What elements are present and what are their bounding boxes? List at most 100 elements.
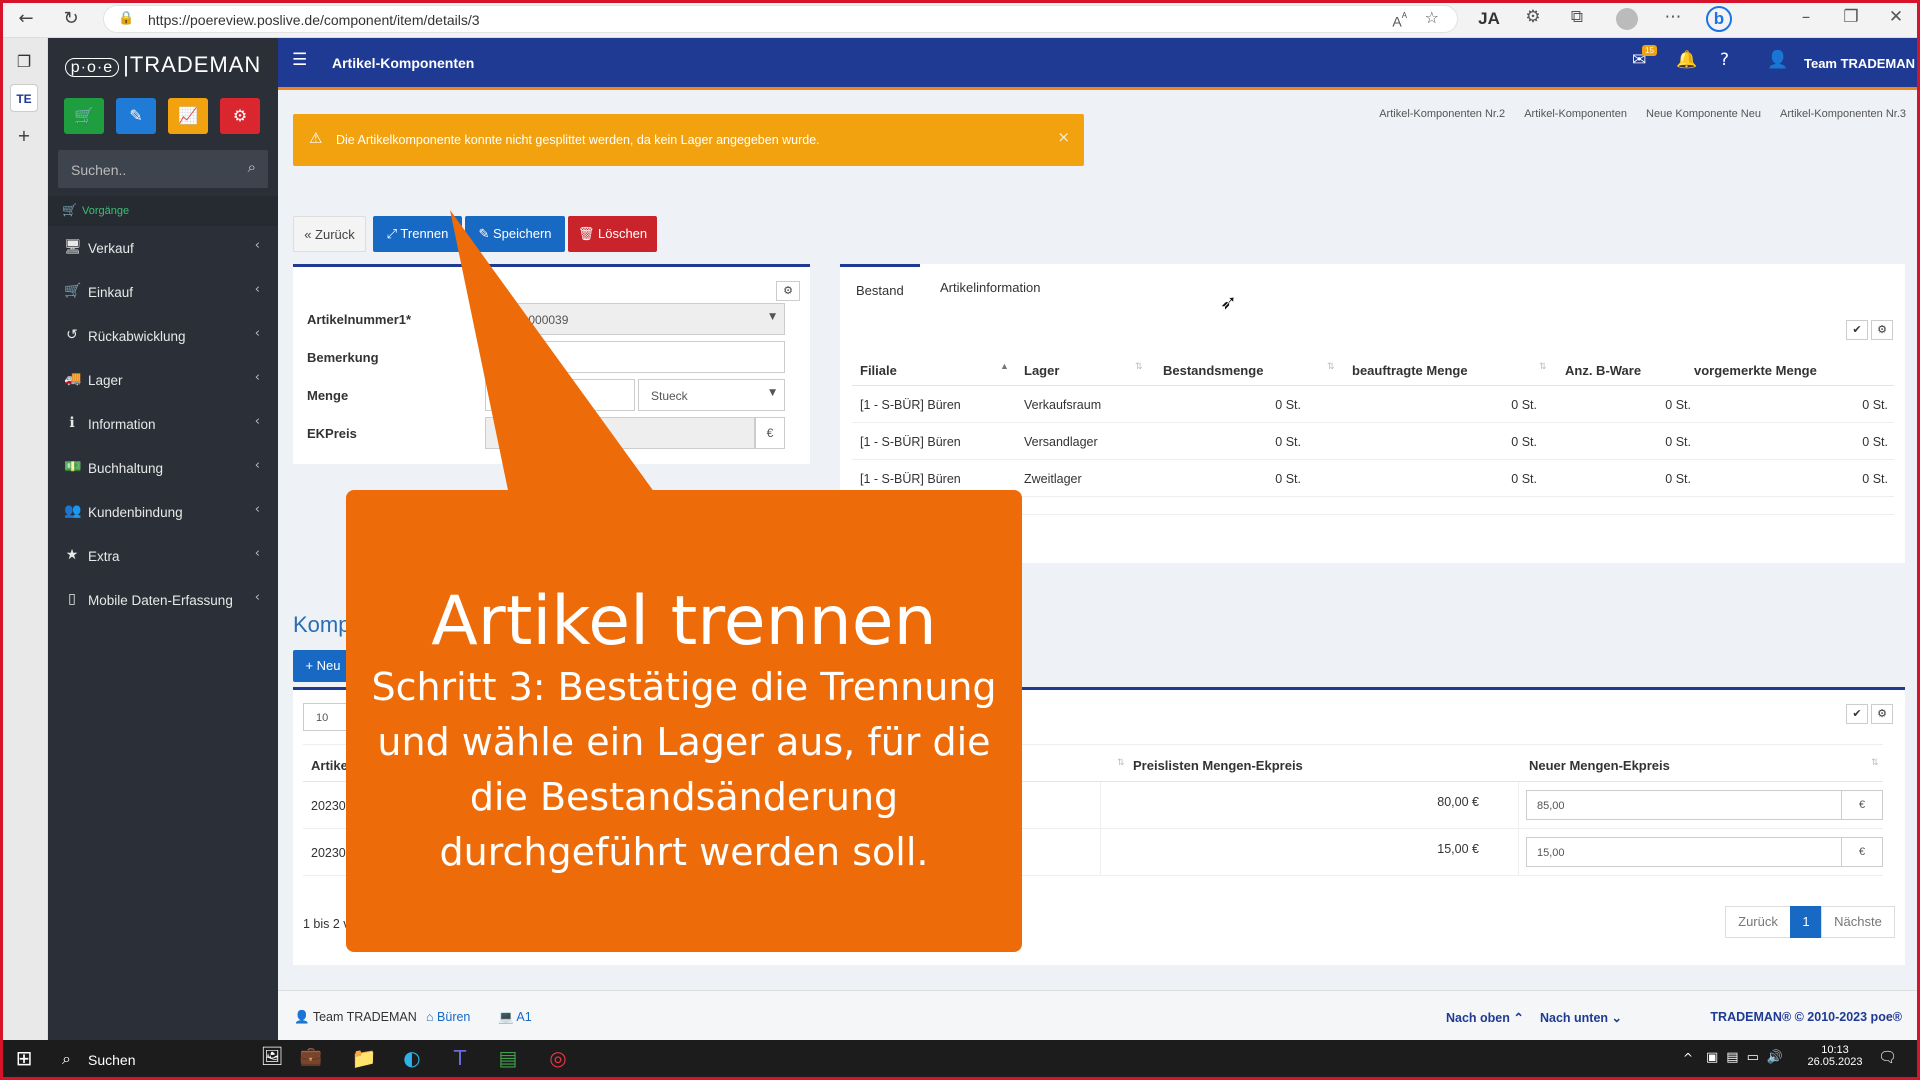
menge-label: Menge bbox=[307, 388, 349, 403]
tab-artikelinformation[interactable]: Artikelinformation bbox=[940, 280, 1040, 295]
col-preislisten-ekpreis[interactable]: Preislisten Mengen-Ekpreis bbox=[1133, 758, 1303, 773]
edge-icon[interactable]: ◐ bbox=[396, 1048, 428, 1068]
profile-icon[interactable] bbox=[1616, 8, 1638, 30]
new-component-button[interactable]: + Neu bbox=[293, 650, 353, 682]
recorder-icon[interactable]: ◎ bbox=[542, 1048, 574, 1068]
sidebar-item[interactable]: ★ Extra ‹ bbox=[48, 534, 278, 578]
col-b-ware[interactable]: Anz. B-Ware bbox=[1565, 363, 1641, 378]
more-icon[interactable]: ⋯ bbox=[1662, 9, 1684, 26]
back-icon[interactable]: ← bbox=[14, 7, 38, 31]
breadcrumb-item[interactable]: Neue Komponente Neu bbox=[1646, 108, 1761, 120]
col-filiale[interactable]: Filiale bbox=[860, 363, 897, 378]
col-vorgemerkte-menge[interactable]: vorgemerkte Menge bbox=[1694, 363, 1817, 378]
restore-icon[interactable]: ❐ bbox=[1840, 9, 1862, 26]
sidebar-item[interactable]: 🚚 Lager ‹ bbox=[48, 358, 278, 402]
windows-start-icon[interactable]: ⊞ bbox=[8, 1048, 40, 1068]
taskbar-search[interactable]: ⌕ Suchen bbox=[52, 1040, 252, 1080]
sidebar-search-input[interactable]: Suchen.. ⌕ bbox=[58, 150, 268, 188]
neuer-ekpreis-input[interactable]: 15,00 bbox=[1526, 837, 1842, 867]
back-label: Zurück bbox=[315, 227, 355, 242]
favorite-icon[interactable]: ☆ bbox=[1425, 10, 1439, 26]
pager-prev-button[interactable]: Zurück bbox=[1725, 906, 1791, 938]
notifications-icon[interactable]: 🗨 bbox=[1878, 1050, 1897, 1065]
footer-register[interactable]: 💻 A1 bbox=[498, 1010, 532, 1025]
column-settings-icon[interactable]: ⚙ bbox=[1871, 704, 1893, 724]
search-icon[interactable]: ⌕ bbox=[248, 160, 256, 175]
breadcrumb-item[interactable]: Artikel-Komponenten Nr.3 bbox=[1780, 108, 1906, 120]
table-cell: 0 St. bbox=[1862, 472, 1888, 486]
table-row[interactable]: [1 - S-BÜR] Büren Verkaufsraum 0 St. 0 St. 0… bbox=[852, 386, 1894, 423]
widget-icon[interactable]: 🖼 bbox=[256, 1048, 288, 1066]
ekpreis-label: EKPreis bbox=[307, 426, 357, 441]
file-explorer-icon[interactable]: 📁 bbox=[348, 1048, 380, 1068]
menu-toggle-icon[interactable]: ☰ bbox=[292, 52, 307, 69]
to-bottom-link[interactable]: Nach unten ⌄ bbox=[1540, 1010, 1622, 1025]
sort-icon[interactable]: ⇅ bbox=[1135, 361, 1143, 372]
briefcase-icon[interactable]: 💼 bbox=[295, 1048, 327, 1066]
col-bestandsmenge[interactable]: Bestandsmenge bbox=[1163, 363, 1263, 378]
sidebar-item[interactable]: 🖥 Verkauf ‹ bbox=[48, 226, 278, 270]
quick-chart-button[interactable]: 📈 bbox=[168, 98, 208, 134]
tray-icons[interactable]: ▣▤▭🔊 bbox=[1706, 1051, 1791, 1064]
quick-settings-button[interactable]: ⚙ bbox=[220, 98, 260, 134]
gear-extension-icon[interactable]: ⚙ bbox=[1522, 9, 1544, 26]
help-icon[interactable]: ? bbox=[1720, 52, 1729, 69]
chevron-down-icon: ▼ bbox=[769, 388, 776, 398]
extensions-icon[interactable]: ⧉ bbox=[1566, 9, 1588, 26]
table-row[interactable]: [1 - S-BÜR] Büren Versandlager 0 St. 0 St. 0… bbox=[852, 423, 1894, 460]
tab-actions-icon[interactable]: ❐ bbox=[10, 48, 38, 76]
section-vorgaenge[interactable]: 🛒 Vorgänge bbox=[48, 196, 278, 226]
back-button[interactable]: « Zurück bbox=[293, 216, 366, 252]
clock[interactable]: 10:13 26.05.2023 bbox=[1800, 1044, 1870, 1068]
alert-close-icon[interactable]: × bbox=[1057, 130, 1070, 145]
sidebar-item[interactable]: ↺ Rückabwicklung ‹ bbox=[48, 314, 278, 358]
users-icon: 👥 bbox=[64, 503, 82, 519]
sort-asc-icon[interactable]: ▲ bbox=[1000, 361, 1009, 371]
user-name[interactable]: Team TRADEMAN bbox=[1804, 56, 1915, 71]
ja-extension-icon[interactable]: JA bbox=[1478, 9, 1500, 29]
pager-next-button[interactable]: Nächste bbox=[1821, 906, 1895, 938]
check-icon[interactable]: ✔ bbox=[1846, 320, 1868, 340]
tray-chevron-icon[interactable]: ^ bbox=[1683, 1052, 1693, 1064]
sort-icon[interactable]: ⇅ bbox=[1327, 361, 1335, 372]
clock-time: 10:13 bbox=[1821, 1044, 1849, 1056]
pager-current-page[interactable]: 1 bbox=[1790, 906, 1822, 938]
address-bar[interactable]: 🔒 https://poereview.poslive.de/component… bbox=[103, 5, 1458, 33]
quick-edit-button[interactable]: ✎ bbox=[116, 98, 156, 134]
neuer-ekpreis-input[interactable]: 85,00 bbox=[1526, 790, 1842, 820]
to-top-link[interactable]: Nach oben ⌃ bbox=[1446, 1010, 1524, 1025]
user-icon[interactable]: 👤 bbox=[1767, 52, 1788, 69]
notepad-icon[interactable]: ▤ bbox=[492, 1048, 524, 1068]
new-tab-icon[interactable]: + bbox=[10, 122, 38, 150]
sidebar-item[interactable]: 💵 Buchhaltung ‹ bbox=[48, 446, 278, 490]
sort-icon[interactable]: ⇅ bbox=[1871, 757, 1879, 768]
bing-icon[interactable]: b bbox=[1706, 6, 1732, 32]
sidebar-item[interactable]: 🛒 Einkauf ‹ bbox=[48, 270, 278, 314]
teams-icon[interactable]: T bbox=[444, 1048, 476, 1068]
breadcrumb-item[interactable]: Artikel-Komponenten bbox=[1524, 108, 1627, 120]
close-window-icon[interactable]: ✕ bbox=[1885, 9, 1907, 26]
sidebar-item[interactable]: 👥 Kundenbindung ‹ bbox=[48, 490, 278, 534]
quick-cart-button[interactable]: 🛒 bbox=[64, 98, 104, 134]
minimize-icon[interactable]: – bbox=[1795, 9, 1817, 26]
bell-icon[interactable]: 🔔 bbox=[1676, 52, 1697, 69]
reload-icon[interactable]: ↻ bbox=[59, 7, 83, 31]
sort-icon[interactable]: ⇅ bbox=[1117, 757, 1125, 768]
check-icon[interactable]: ✔ bbox=[1846, 704, 1868, 724]
truck-icon: 🚚 bbox=[64, 371, 82, 387]
col-neuer-ekpreis[interactable]: Neuer Mengen-Ekpreis bbox=[1529, 758, 1670, 773]
footer-branch[interactable]: ⌂ Büren bbox=[426, 1010, 470, 1024]
breadcrumb-item[interactable]: Artikel-Komponenten Nr.2 bbox=[1379, 108, 1505, 120]
panel-settings-icon[interactable]: ⚙ bbox=[776, 281, 800, 301]
sort-icon[interactable]: ⇅ bbox=[1539, 361, 1547, 372]
sidebar-item[interactable]: ▯ Mobile Daten-Erfassung ‹ bbox=[48, 578, 278, 622]
col-beauftragte-menge[interactable]: beauftragte Menge bbox=[1352, 363, 1468, 378]
tab-bestand[interactable]: Bestand bbox=[840, 264, 920, 308]
tab-trademan[interactable]: TE bbox=[10, 84, 38, 112]
read-aloud-icon[interactable]: Aᴬ bbox=[1392, 11, 1407, 30]
col-lager[interactable]: Lager bbox=[1024, 363, 1059, 378]
preis-cell: 80,00 € bbox=[1437, 795, 1479, 809]
sidebar-item[interactable]: ℹ Information ‹ bbox=[48, 402, 278, 446]
url-text[interactable]: https://poereview.poslive.de/component/i… bbox=[148, 12, 480, 28]
column-settings-icon[interactable]: ⚙ bbox=[1871, 320, 1893, 340]
